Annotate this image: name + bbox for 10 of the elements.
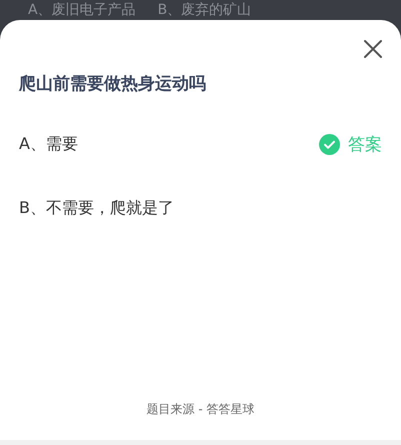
check-icon — [319, 134, 340, 154]
close-icon — [362, 38, 384, 60]
option-text[interactable]: B、不需要，爬就是了 — [19, 198, 174, 218]
background-option-text: A、废旧电子产品 — [28, 1, 136, 19]
answer-label: 答案 — [348, 134, 382, 156]
source-text: 题目来源 - 答答星球 — [146, 402, 254, 416]
close-button[interactable] — [362, 38, 384, 60]
background-option-text: B、废弃的矿山 — [158, 1, 252, 19]
option-text[interactable]: A、需要 — [19, 134, 78, 154]
question-title: 爬山前需要做热身运动吗 — [19, 73, 207, 95]
